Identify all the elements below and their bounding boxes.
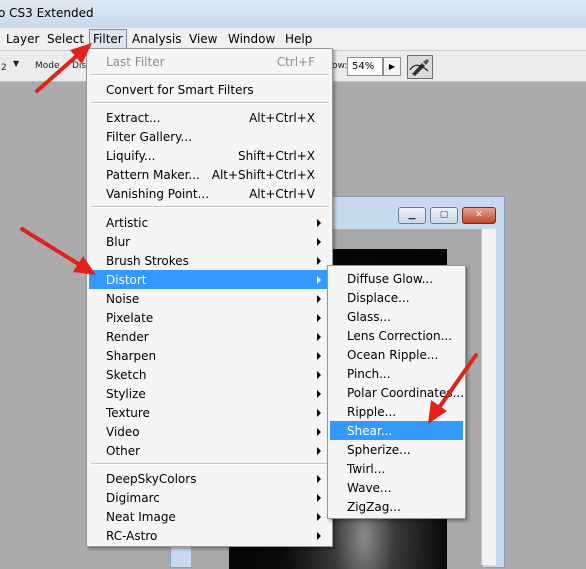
red-arrow-icon <box>20 227 96 275</box>
annotation-arrows <box>20 43 478 424</box>
red-arrow-icon <box>35 43 92 93</box>
red-arrow-icon <box>428 353 478 424</box>
